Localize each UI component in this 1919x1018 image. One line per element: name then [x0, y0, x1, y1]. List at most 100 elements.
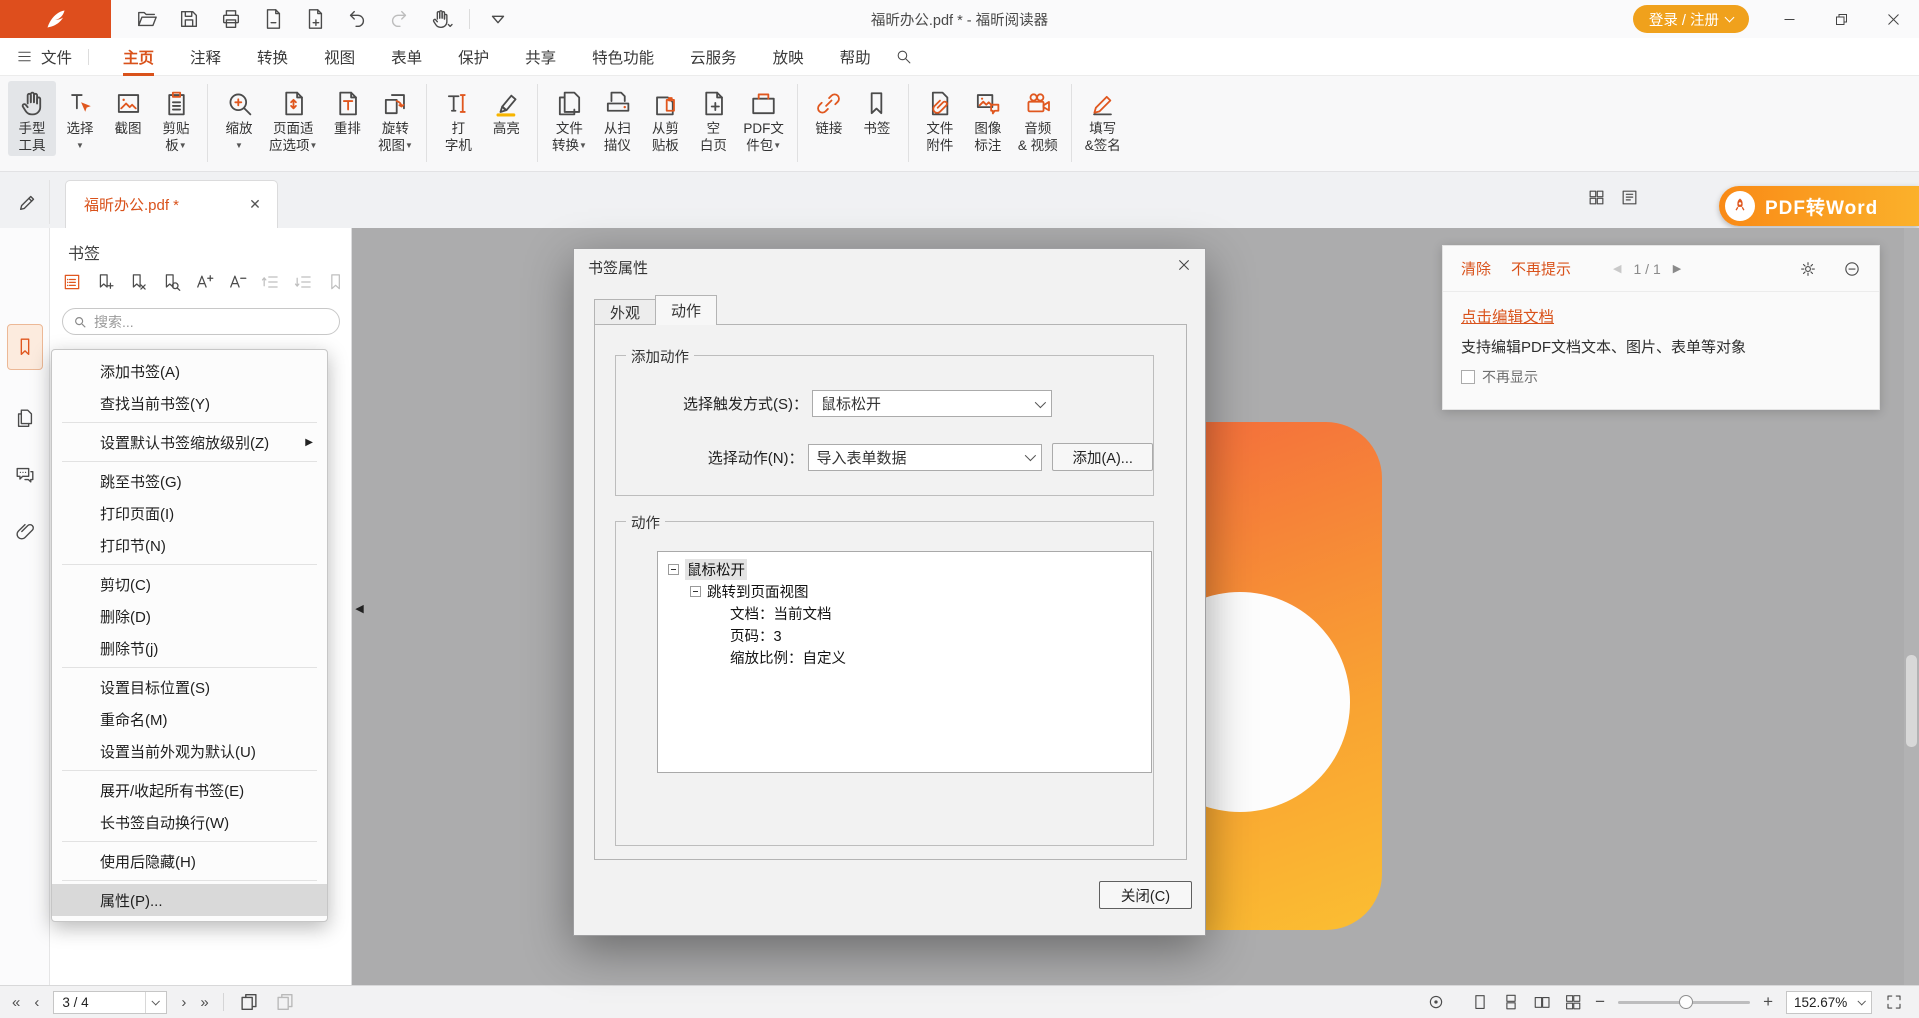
restore-button[interactable]: [1815, 0, 1867, 38]
menu-转换[interactable]: 转换: [239, 38, 306, 76]
single-page-icon[interactable]: [1471, 993, 1489, 1011]
tab-actions[interactable]: 动作: [655, 295, 717, 325]
continuous-page-icon[interactable]: [1502, 993, 1520, 1011]
read-view-icon[interactable]: [1620, 188, 1639, 207]
action-select[interactable]: 导入表单数据: [808, 444, 1043, 471]
attachments-panel-icon[interactable]: [7, 512, 43, 552]
menu-表单[interactable]: 表单: [373, 38, 440, 76]
customize-toolbar-icon[interactable]: [484, 5, 512, 33]
pager-prev-icon[interactable]: ◀: [1613, 262, 1621, 275]
context-menu-item[interactable]: 打印页面(I): [52, 497, 327, 529]
context-menu-item[interactable]: 使用后隐藏(H): [52, 845, 327, 877]
last-page-icon[interactable]: »: [200, 995, 208, 1010]
ribbon-fill-sign-button[interactable]: 填写&签名: [1079, 81, 1127, 156]
menu-视图[interactable]: 视图: [306, 38, 373, 76]
page-delete-icon[interactable]: [259, 5, 287, 33]
scrollbar-thumb[interactable]: [1906, 655, 1917, 747]
no-prompt-link[interactable]: 不再提示: [1511, 258, 1571, 279]
tree-node[interactable]: 页码：3: [658, 624, 1151, 646]
context-menu-item[interactable]: 重命名(M): [52, 703, 327, 735]
zoom-out-icon[interactable]: −: [1595, 992, 1605, 1012]
tree-node[interactable]: 跳转到页面视图: [658, 580, 1151, 602]
dialog-close-icon[interactable]: [1177, 258, 1191, 276]
tree-node[interactable]: 缩放比例：自定义: [658, 646, 1151, 668]
ribbon-highlight-button[interactable]: 高亮: [482, 81, 530, 139]
context-menu-item[interactable]: 添加书签(A): [52, 355, 327, 387]
ribbon-typewriter-button[interactable]: 打字机: [434, 81, 482, 156]
pages-panel-icon[interactable]: [7, 398, 43, 438]
zoom-slider-knob[interactable]: [1679, 995, 1693, 1009]
collapse-panel-icon[interactable]: [1843, 260, 1861, 278]
tree-node[interactable]: 鼠标松开: [658, 558, 1151, 580]
actions-tree[interactable]: 鼠标松开跳转到页面视图文档：当前文档页码：3缩放比例：自定义: [657, 551, 1152, 773]
grid-view-icon[interactable]: [1587, 188, 1606, 207]
move-up-icon[interactable]: [258, 270, 282, 294]
document-tab[interactable]: 福昕办公.pdf * ✕: [65, 180, 278, 228]
collapse-expander-icon[interactable]: [690, 586, 701, 597]
facing-page-icon[interactable]: [1533, 993, 1551, 1011]
first-page-icon[interactable]: «: [12, 995, 20, 1010]
context-menu-item[interactable]: 跳至书签(G): [52, 465, 327, 497]
bookmark-search-input[interactable]: [94, 314, 329, 330]
bookmark-search-icon[interactable]: [159, 270, 183, 294]
menu-帮助[interactable]: 帮助: [822, 38, 889, 76]
bookmark-add-icon[interactable]: [93, 270, 117, 294]
menu-file[interactable]: 文件: [16, 46, 72, 68]
zoom-in-icon[interactable]: +: [1763, 992, 1773, 1012]
previous-view-icon[interactable]: [238, 991, 260, 1013]
ribbon-blank-page-button[interactable]: 空白页: [689, 81, 737, 156]
ribbon-hand-tool-button[interactable]: 手型工具: [8, 81, 56, 156]
comments-panel-icon[interactable]: [7, 454, 43, 494]
menu-放映[interactable]: 放映: [755, 38, 822, 76]
ribbon-zoom-button[interactable]: 缩放▼: [215, 81, 263, 156]
ribbon-clipboard-button[interactable]: 剪贴板▼: [152, 81, 200, 156]
gear-icon[interactable]: [1799, 260, 1817, 278]
pager-next-icon[interactable]: ▶: [1673, 262, 1681, 275]
ribbon-link-button[interactable]: 链接: [805, 81, 853, 139]
ribbon-image-annotation-button[interactable]: 图像标注: [964, 81, 1012, 156]
tab-close-icon[interactable]: ✕: [245, 196, 265, 213]
minimize-button[interactable]: [1763, 0, 1815, 38]
save-icon[interactable]: [175, 5, 203, 33]
close-dialog-button[interactable]: 关闭(C): [1099, 881, 1192, 909]
pdf-to-word-banner[interactable]: PDF转Word: [1719, 186, 1919, 226]
menu-特色功能[interactable]: 特色功能: [574, 38, 672, 76]
ribbon-pdf-portfolio-button[interactable]: PDF文件包▼: [737, 81, 790, 156]
redo-icon[interactable]: [385, 5, 413, 33]
menu-保护[interactable]: 保护: [440, 38, 507, 76]
context-menu-item[interactable]: 查找当前书签(Y): [52, 387, 327, 419]
next-page-icon[interactable]: ›: [181, 995, 186, 1010]
context-menu-item[interactable]: 属性(P)...: [52, 884, 327, 916]
move-down-icon[interactable]: [291, 270, 315, 294]
clear-link[interactable]: 清除: [1461, 258, 1491, 279]
vertical-scrollbar[interactable]: [1904, 228, 1919, 985]
bookmarks-panel-icon[interactable]: [7, 324, 43, 370]
font-decrease-icon[interactable]: [225, 270, 249, 294]
bookmark-search-box[interactable]: [62, 308, 340, 335]
fullscreen-icon[interactable]: [1885, 993, 1903, 1011]
context-menu-item[interactable]: 设置目标位置(S): [52, 671, 327, 703]
trigger-select[interactable]: 鼠标松开: [812, 390, 1052, 417]
font-increase-icon[interactable]: [192, 270, 216, 294]
panel-collapse-icon[interactable]: ◀: [352, 590, 367, 626]
ribbon-audio-video-button[interactable]: 音频& 视频: [1012, 81, 1064, 156]
zoom-slider[interactable]: [1618, 1001, 1750, 1004]
tab-appearance[interactable]: 外观: [594, 299, 656, 325]
bookmark-flag-icon[interactable]: [324, 270, 348, 294]
continuous-facing-icon[interactable]: [1564, 993, 1582, 1011]
menu-共享[interactable]: 共享: [507, 38, 574, 76]
ribbon-from-scanner-button[interactable]: 从扫描仪: [593, 81, 641, 156]
context-menu-item[interactable]: 删除节(j): [52, 632, 327, 664]
page-number-box[interactable]: 3 / 4: [53, 991, 167, 1014]
menu-云服务[interactable]: 云服务: [672, 38, 755, 76]
view-mode-icon[interactable]: [1427, 993, 1445, 1011]
add-action-button[interactable]: 添加(A)...: [1052, 443, 1153, 471]
context-menu-item[interactable]: 长书签自动换行(W): [52, 806, 327, 838]
page-add-icon[interactable]: [301, 5, 329, 33]
ribbon-rotate-view-button[interactable]: 旋转视图▼: [371, 81, 419, 156]
ribbon-page-fit-options-button[interactable]: 页面适应选项▼: [263, 81, 323, 156]
bookmark-delete-icon[interactable]: [126, 270, 150, 294]
collapse-expander-icon[interactable]: [668, 564, 679, 575]
ribbon-reflow-button[interactable]: 重排: [323, 81, 371, 139]
previous-page-icon[interactable]: ‹: [34, 995, 39, 1010]
